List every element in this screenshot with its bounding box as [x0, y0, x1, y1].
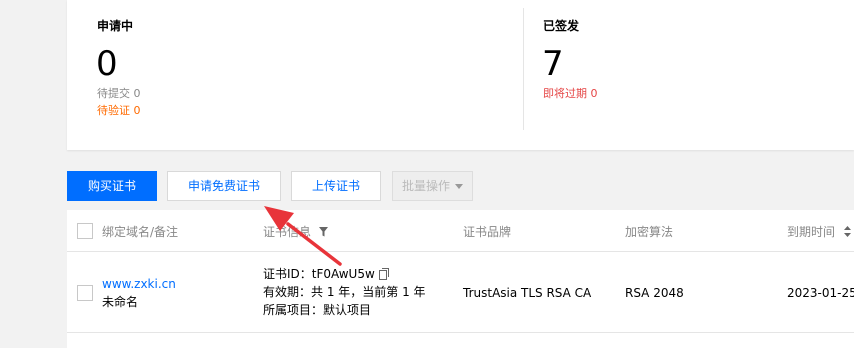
copy-icon[interactable] — [378, 268, 389, 280]
row-project: 所属项目：默认项目 — [263, 303, 372, 317]
header-algorithm: 加密算法 — [625, 225, 674, 239]
sort-icon[interactable] — [843, 226, 851, 237]
row-expiry: 2023-01-25 0 — [787, 286, 854, 300]
certificate-stats-panel: 申请中 0 待提交 0 待验证 0 已签发 7 即将过期 0 — [67, 0, 854, 150]
header-cert-info-label: 证书信息 — [263, 225, 312, 239]
certificate-table: 绑定域名/备注 证书信息 证书品牌 加密算法 到期时间 www.zxki.cn … — [67, 210, 854, 348]
expiring-soon-count[interactable]: 即将过期 0 — [543, 87, 598, 101]
header-cert-info: 证书信息 — [263, 223, 328, 240]
row-note: 未命名 — [102, 295, 139, 309]
apply-free-certificate-button[interactable]: 申请免费证书 — [167, 171, 281, 201]
table-header: 绑定域名/备注 证书信息 证书品牌 加密算法 到期时间 — [67, 210, 854, 252]
filter-icon[interactable] — [318, 227, 328, 237]
row-checkbox[interactable] — [77, 285, 93, 301]
caret-down-icon — [455, 184, 463, 189]
stats-divider — [523, 8, 524, 130]
select-all-checkbox[interactable] — [77, 223, 93, 239]
batch-operations-dropdown[interactable]: 批量操作 — [392, 171, 473, 201]
upload-certificate-button[interactable]: 上传证书 — [291, 171, 381, 201]
header-expiry[interactable]: 到期时间 — [787, 223, 851, 240]
row-validity: 有效期：共 1 年，当前第 1 年 — [263, 285, 426, 299]
cert-id-text: 证书ID：tF0AwU5w — [263, 267, 375, 281]
row-domain-link[interactable]: www.zxki.cn — [102, 276, 176, 292]
header-brand: 证书品牌 — [463, 225, 512, 239]
batch-operations-label: 批量操作 — [401, 179, 450, 193]
header-domain: 绑定域名/备注 — [102, 225, 179, 239]
applying-title: 申请中 — [97, 19, 134, 33]
pending-verify-count[interactable]: 待验证 0 — [97, 104, 141, 118]
issued-title: 已签发 — [543, 19, 580, 33]
row-brand: TrustAsia TLS RSA CA — [463, 286, 592, 300]
row-cert-id: 证书ID：tF0AwU5w — [263, 266, 389, 282]
buy-certificate-button[interactable]: 购买证书 — [67, 171, 157, 201]
header-expiry-label: 到期时间 — [787, 225, 836, 239]
applying-count[interactable]: 0 — [96, 47, 118, 81]
row-divider — [67, 332, 854, 333]
row-algorithm: RSA 2048 — [625, 286, 684, 300]
pending-submit-count[interactable]: 待提交 0 — [97, 87, 141, 101]
issued-count[interactable]: 7 — [542, 47, 564, 81]
